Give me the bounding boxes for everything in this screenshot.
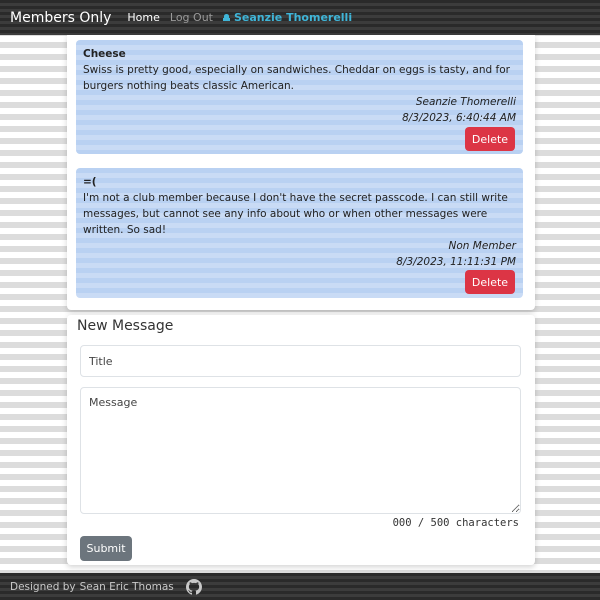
message-date: 8/3/2023, 6:40:44 AM	[402, 112, 516, 124]
delete-button[interactable]: Delete	[465, 270, 515, 294]
message-card: =( I'm not a club member because I don't…	[76, 168, 523, 298]
new-message-form: New Message 000 / 500 characters Submit	[67, 315, 535, 565]
navbar: Members Only Home Log Out Seanzie Thomer…	[0, 0, 600, 35]
nav-user-name: Seanzie Thomerelli	[233, 11, 353, 24]
message-title: Cheese	[83, 48, 126, 60]
character-counter: 000 / 500 characters	[392, 517, 519, 529]
brand-logo[interactable]: Members Only	[10, 10, 111, 26]
submit-button[interactable]: Submit	[80, 536, 132, 561]
message-title: =(	[83, 176, 97, 188]
user-icon	[222, 14, 230, 21]
message-body: I'm not a club member because I don't ha…	[83, 192, 508, 236]
nav-logout-link[interactable]: Log Out	[170, 11, 213, 24]
message-author: Seanzie Thomerelli	[415, 96, 516, 108]
message-author: Non Member	[448, 240, 516, 252]
delete-button[interactable]: Delete	[465, 127, 515, 151]
message-card: Cheese Swiss is pretty good, especially …	[76, 40, 523, 154]
title-input[interactable]	[80, 345, 521, 377]
footer: Designed by Sean Eric Thomas	[0, 573, 600, 600]
footer-designed-by: Designed by	[10, 580, 76, 593]
github-icon[interactable]	[185, 578, 202, 595]
message-body: Swiss is pretty good, especially on sand…	[83, 64, 510, 92]
nav-user-link[interactable]: Seanzie Thomerelli	[222, 11, 353, 24]
footer-author: Sean Eric Thomas	[79, 580, 174, 593]
nav-home-link[interactable]: Home	[127, 11, 159, 24]
message-input[interactable]	[80, 387, 521, 514]
messages-list: Cheese Swiss is pretty good, especially …	[67, 35, 535, 310]
new-message-heading: New Message	[77, 318, 174, 334]
message-date: 8/3/2023, 11:11:31 PM	[396, 256, 516, 268]
